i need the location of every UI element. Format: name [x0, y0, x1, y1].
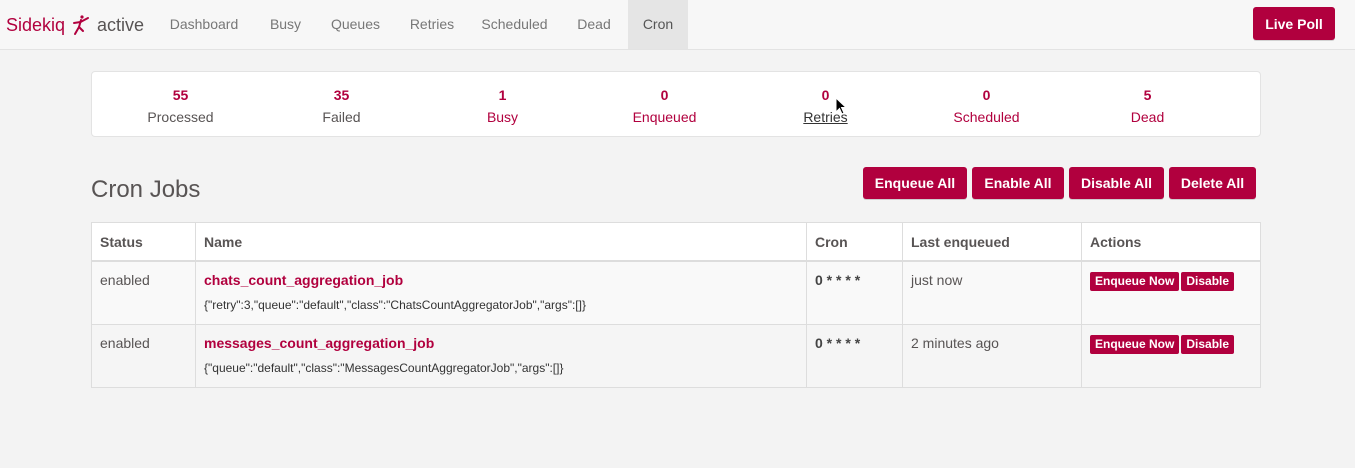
stat-scheduled-link[interactable]: Scheduled	[906, 108, 1067, 126]
job-cron-cell: 0 * * * *	[806, 323, 903, 388]
stat-retries-link[interactable]: Retries	[745, 108, 906, 126]
header-name: Name	[195, 222, 807, 262]
enqueue-now-button[interactable]: Enqueue Now	[1090, 272, 1180, 291]
stat-enqueued-count[interactable]: 0	[584, 86, 745, 104]
stat-failed-label: Failed	[322, 109, 361, 125]
tab-cron[interactable]: Cron	[628, 0, 688, 49]
cron-jobs-table: Status Name Cron Last enqueued Actions e…	[91, 222, 1261, 388]
job-name-cell: chats_count_aggregation_job {"retry":3,"…	[195, 260, 807, 325]
disable-all-button[interactable]: Disable All	[1069, 167, 1164, 199]
stat-busy-count[interactable]: 1	[422, 86, 583, 104]
stat-dead[interactable]: 5 Dead	[1067, 86, 1228, 126]
job-name-link[interactable]: chats_count_aggregation_job	[204, 272, 798, 288]
header-cron: Cron	[806, 222, 903, 262]
stat-failed: 35 Failed	[261, 86, 422, 126]
job-last-enqueued: 2 minutes ago	[902, 323, 1082, 388]
disable-button[interactable]: Disable	[1181, 334, 1235, 354]
navbar: Sidekiq active Dashboard Busy Queues Ret…	[0, 0, 1355, 50]
stat-processed-label: Processed	[147, 109, 214, 125]
stat-enqueued[interactable]: 0 Enqueued	[584, 86, 745, 126]
brand-name: Sidekiq	[6, 14, 66, 35]
stat-retries-count[interactable]: 0	[745, 86, 906, 104]
brand[interactable]: Sidekiq active	[6, 13, 144, 37]
stat-scheduled[interactable]: 0 Scheduled	[906, 86, 1067, 126]
stat-scheduled-count[interactable]: 0	[906, 86, 1067, 104]
tab-scheduled[interactable]: Scheduled	[469, 0, 560, 49]
job-cron: 0 * * * *	[815, 272, 861, 288]
tab-dead[interactable]: Dead	[560, 0, 628, 49]
stat-dead-count[interactable]: 5	[1067, 86, 1228, 104]
table-row: enabled messages_count_aggregation_job {…	[91, 323, 1261, 388]
table-row: enabled chats_count_aggregation_job {"re…	[91, 260, 1261, 325]
job-actions-cell: Enqueue Now Disable	[1081, 323, 1261, 388]
job-actions-cell: Enqueue Now Disable	[1081, 260, 1261, 325]
stat-processed: 55 Processed	[100, 86, 261, 126]
stat-busy[interactable]: 1 Busy	[422, 86, 583, 126]
job-cron-cell: 0 * * * *	[806, 260, 903, 325]
tab-queues[interactable]: Queues	[316, 0, 395, 49]
tab-dashboard[interactable]: Dashboard	[153, 0, 255, 49]
job-status: enabled	[91, 323, 196, 388]
job-last-enqueued: just now	[902, 260, 1082, 325]
summary-bar: 55 Processed 35 Failed 1 Busy 0 Enqueued…	[91, 71, 1261, 137]
header-last-enqueued: Last enqueued	[902, 222, 1082, 262]
delete-all-button[interactable]: Delete All	[1169, 167, 1256, 199]
job-args: {"queue":"default","class":"MessagesCoun…	[204, 360, 564, 375]
live-poll-button[interactable]: Live Poll	[1253, 7, 1335, 40]
tab-retries[interactable]: Retries	[395, 0, 469, 49]
table-header-row: Status Name Cron Last enqueued Actions	[91, 222, 1261, 262]
brand-status: active	[97, 14, 145, 35]
stat-processed-count: 55	[172, 87, 189, 103]
job-status: enabled	[91, 260, 196, 325]
enqueue-all-button[interactable]: Enqueue All	[863, 167, 967, 199]
job-args: {"retry":3,"queue":"default","class":"Ch…	[204, 298, 586, 312]
tab-busy[interactable]: Busy	[255, 0, 316, 49]
enqueue-now-button[interactable]: Enqueue Now	[1090, 334, 1180, 354]
job-cron: 0 * * * *	[815, 334, 861, 351]
stat-retries[interactable]: 0 Retries	[745, 86, 906, 126]
mouse-cursor-icon	[835, 97, 847, 115]
header-actions: Actions	[1081, 222, 1261, 262]
sidekiq-logo-icon	[73, 15, 90, 35]
job-name-cell: messages_count_aggregation_job {"queue":…	[195, 323, 807, 388]
stat-failed-count: 35	[333, 87, 350, 103]
stat-enqueued-link[interactable]: Enqueued	[584, 108, 745, 126]
enable-all-button[interactable]: Enable All	[972, 167, 1064, 199]
page-title: Cron Jobs	[91, 176, 201, 203]
main-nav: Dashboard Busy Queues Retries Scheduled …	[153, 0, 688, 49]
header-status: Status	[91, 222, 196, 262]
disable-button[interactable]: Disable	[1181, 272, 1235, 291]
job-name-link[interactable]: messages_count_aggregation_job	[204, 335, 798, 351]
stat-dead-link[interactable]: Dead	[1067, 108, 1228, 126]
stat-busy-link[interactable]: Busy	[422, 108, 583, 126]
